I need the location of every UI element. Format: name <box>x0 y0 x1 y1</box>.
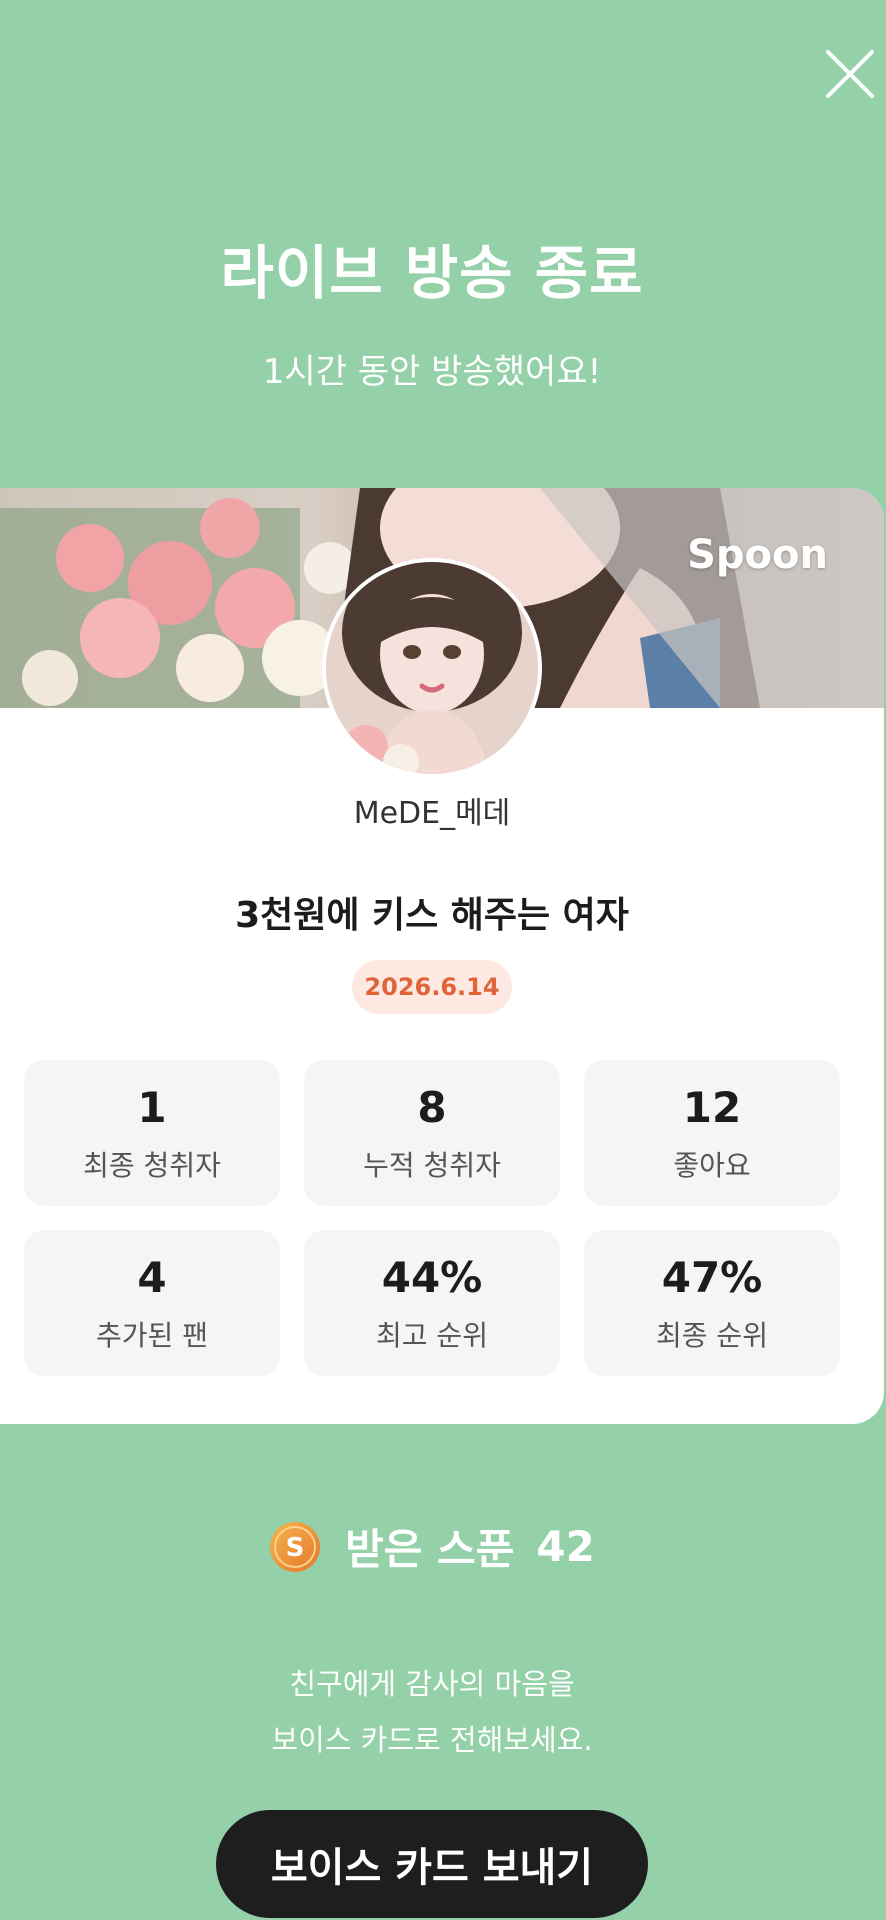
stat-label: 최종 순위 <box>656 1318 768 1352</box>
thanks-message: 친구에게 감사의 마음을 보이스 카드로 전해보세요. <box>0 1656 864 1768</box>
thanks-message-line-2: 보이스 카드로 전해보세요. <box>271 1723 593 1757</box>
broadcast-title: 3천원에 키스 해주는 여자 <box>235 895 629 936</box>
stat-new-fans: 4 추가된 팬 <box>24 1230 280 1376</box>
stat-value: 4 <box>137 1252 167 1302</box>
date-badge: 2026.6.14 <box>352 960 512 1014</box>
broadcast-summary-card: Spoon MeDE_메데 3천원에 키스 해주는 여자 2026.6.14 1… <box>0 488 884 1424</box>
stat-value: 47% <box>661 1252 763 1302</box>
page-subtitle: 1시간 동안 방송했어요! <box>262 352 602 392</box>
stat-label: 최고 순위 <box>376 1318 488 1352</box>
close-icon <box>826 50 874 98</box>
spoon-label: 받은 스푼 <box>345 1525 515 1574</box>
stat-final-rank: 47% 최종 순위 <box>584 1230 840 1376</box>
stat-value: 44% <box>381 1252 483 1302</box>
stat-best-rank: 44% 최고 순위 <box>304 1230 560 1376</box>
spoon-count: 42 <box>536 1522 595 1571</box>
svg-text:S: S <box>286 1533 305 1563</box>
avatar[interactable] <box>322 558 542 778</box>
stat-total-listeners: 8 누적 청취자 <box>304 1060 560 1206</box>
thanks-message-line-1: 친구에게 감사의 마음을 <box>289 1667 575 1701</box>
live-end-screen: 라이브 방송 종료 1시간 동안 방송했어요! Spoon MeDE_메데 3천… <box>0 0 886 1920</box>
stat-value: 1 <box>137 1082 167 1132</box>
username: MeDE_메데 <box>353 796 511 831</box>
stat-label: 누적 청취자 <box>363 1148 501 1182</box>
send-voice-card-button[interactable]: 보이스 카드 보내기 <box>216 1810 648 1918</box>
page-title: 라이브 방송 종료 <box>220 239 644 307</box>
stat-final-listeners: 1 최종 청취자 <box>24 1060 280 1206</box>
stat-value: 12 <box>682 1082 742 1132</box>
stat-value: 8 <box>417 1082 447 1132</box>
stat-likes: 12 좋아요 <box>584 1060 840 1206</box>
close-button[interactable] <box>822 46 878 102</box>
stat-label: 추가된 팬 <box>96 1318 208 1352</box>
spoon-coin-icon: S <box>270 1521 321 1572</box>
stats-grid: 1 최종 청취자 8 누적 청취자 12 좋아요 4 추가된 팬 44% 최고 … <box>24 1060 840 1376</box>
spoon-brand-logo: Spoon <box>687 532 828 578</box>
stat-label: 좋아요 <box>673 1148 751 1182</box>
received-spoons: S 받은 스푼 42 <box>0 1516 864 1577</box>
stat-label: 최종 청취자 <box>83 1148 221 1182</box>
